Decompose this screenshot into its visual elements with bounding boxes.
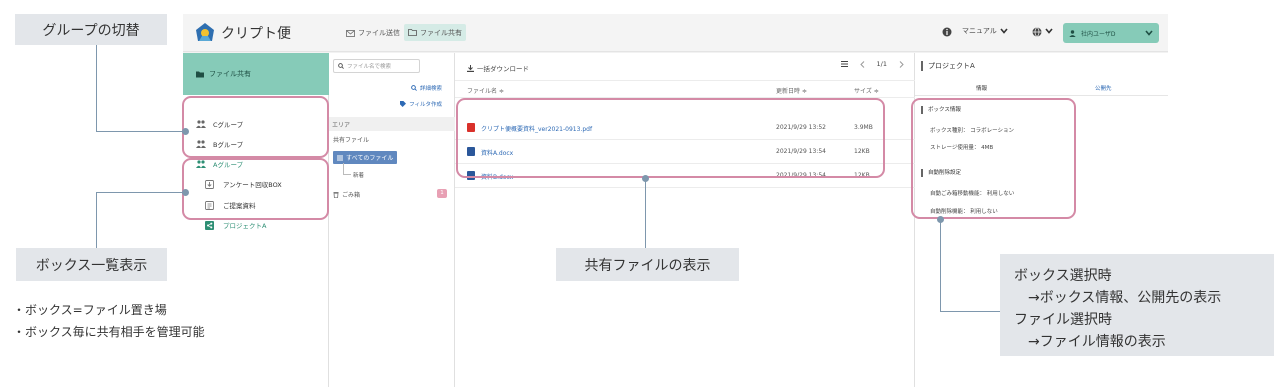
share-files-label: 共有ファイル	[333, 137, 370, 144]
callout-selection-info: ボックス選択時 →ボックス情報、公開先の表示 ファイル選択時 →ファイル情報の表…	[1000, 254, 1274, 356]
callout-line: →ファイル情報の表示	[1028, 334, 1166, 350]
trash-label: ごみ箱	[342, 192, 361, 199]
box-share-icon	[205, 220, 214, 230]
info-panel-title: プロジェクトA	[921, 61, 975, 71]
sidebar-box-label: プロジェクトA	[223, 222, 267, 230]
bulk-download-label: 一括ダウンロード	[477, 65, 529, 73]
tag-icon	[400, 101, 407, 107]
list-view-icon[interactable]	[840, 61, 848, 67]
bulk-download-button[interactable]: 一括ダウンロード	[467, 63, 529, 73]
connector-dot	[642, 175, 649, 182]
sidebar-header-label: ファイル共有	[209, 70, 251, 78]
tab-info[interactable]: 情報	[976, 84, 987, 92]
nav-file-send-label: ファイル送信	[358, 29, 400, 37]
tab-public[interactable]: 公開先	[1095, 84, 1112, 92]
search-icon	[411, 85, 417, 91]
folder-icon	[196, 71, 204, 77]
note-box-definition: ・ボックス=ファイル置き場	[13, 303, 167, 317]
download-icon	[467, 64, 474, 72]
file-search-placeholder: ファイル名で検索	[347, 64, 392, 70]
connector-dot	[182, 189, 189, 196]
file-search-input[interactable]: ファイル名で検索	[333, 59, 420, 73]
area-header: エリア	[329, 117, 455, 131]
column-header-date[interactable]: 更新日時 ≑	[776, 86, 807, 95]
logo-text: クリプト便	[221, 26, 291, 42]
connector-line	[96, 192, 187, 193]
pager: 1/1	[840, 60, 904, 68]
callout-shared-files: 共有ファイルの表示	[556, 248, 739, 281]
callout-box-list: ボックス一覧表示	[16, 248, 167, 281]
filter-create-link[interactable]: フィルタ作成	[400, 100, 442, 108]
new-arrivals-folder[interactable]: 新着	[353, 171, 364, 179]
manual-menu[interactable]: マニュアル	[962, 26, 1008, 36]
manual-label: マニュアル	[962, 27, 997, 35]
info-highlight	[911, 98, 1076, 219]
connector-line	[645, 178, 646, 248]
chevron-left-icon[interactable]	[859, 60, 865, 68]
top-bar: クリプト便 ファイル送信 ファイル共有 マニュアル 社内ユーザD	[183, 14, 1168, 52]
logo[interactable]: クリプト便	[193, 20, 291, 46]
trash-count-badge: 1	[437, 189, 447, 198]
user-menu-button[interactable]: 社内ユーザD	[1063, 23, 1159, 43]
logo-icon	[196, 23, 214, 41]
filter-create-label: フィルタ作成	[409, 102, 442, 108]
tab-divider	[915, 95, 1168, 96]
group-list-highlight	[182, 96, 329, 158]
globe-icon[interactable]	[1032, 27, 1042, 37]
page-indicator: 1/1	[876, 60, 887, 68]
callout-line: ファイル選択時	[1014, 312, 1112, 328]
chevron-down-icon	[1000, 28, 1008, 34]
list-icon	[337, 155, 343, 160]
chevron-down-icon	[1145, 30, 1153, 36]
folder-panel: ファイル名で検索 詳細検索 フィルタ作成 エリア 共有ファイル すべてのファイル…	[329, 53, 455, 387]
connector-line	[96, 192, 97, 248]
nav-file-send[interactable]: ファイル送信	[342, 25, 404, 41]
detail-search-link[interactable]: 詳細検索	[411, 84, 442, 92]
user-name: 社内ユーザD	[1081, 30, 1116, 38]
nav-file-share[interactable]: ファイル共有	[404, 24, 466, 41]
folder-icon	[408, 29, 417, 36]
file-list-header: ファイル名 ≑ 更新日時 ≑ サイズ ≑	[455, 80, 915, 98]
note-box-sharing: ・ボックス毎に共有相手を管理可能	[13, 325, 205, 339]
connector-line	[940, 219, 941, 311]
connector-dot	[937, 216, 944, 223]
connector-line	[940, 311, 1000, 312]
callout-line: →ボックス情報、公開先の表示	[1028, 290, 1222, 306]
trash-folder[interactable]: ごみ箱 1	[333, 189, 447, 199]
callout-group-switch: グループの切替	[15, 14, 167, 45]
all-files-label: すべてのファイル	[346, 155, 394, 162]
chevron-down-icon[interactable]	[1045, 28, 1053, 34]
search-icon	[338, 63, 344, 69]
sidebar-box-project-a[interactable]: プロジェクトA	[205, 218, 266, 232]
tree-connector	[343, 163, 351, 175]
column-header-size[interactable]: サイズ ≑	[854, 86, 879, 95]
connector-line	[96, 45, 97, 132]
mail-icon	[346, 29, 355, 37]
sidebar-header[interactable]: ファイル共有	[183, 53, 329, 95]
box-list-highlight	[182, 158, 329, 220]
connector-line	[96, 131, 187, 132]
column-header-name[interactable]: ファイル名 ≑	[467, 86, 504, 95]
chevron-right-icon[interactable]	[899, 60, 904, 68]
detail-search-label: 詳細検索	[419, 86, 442, 92]
file-list-highlight	[456, 98, 885, 178]
nav-file-share-label: ファイル共有	[420, 28, 462, 37]
connector-dot	[182, 128, 189, 135]
user-icon	[1069, 29, 1076, 37]
info-icon[interactable]	[942, 27, 952, 37]
trash-icon	[333, 192, 339, 198]
callout-line: ボックス選択時	[1014, 268, 1112, 284]
